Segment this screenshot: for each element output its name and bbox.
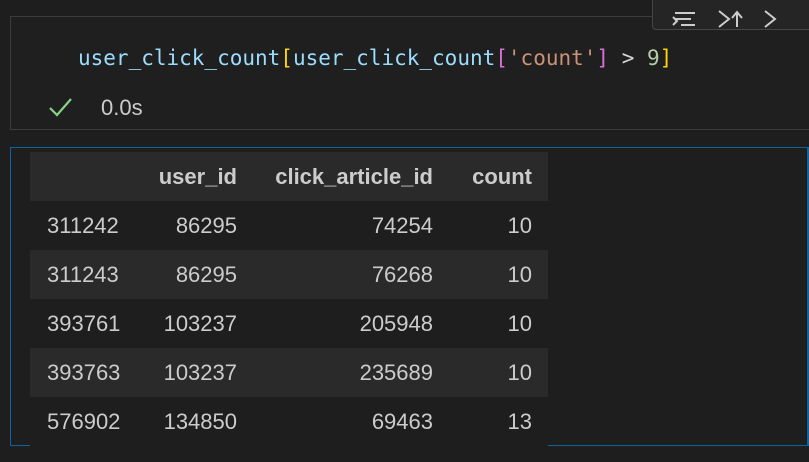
cell-user-id: 86295 (175, 261, 237, 287)
cell-user-id: 103237 (163, 359, 237, 385)
cell-count: 13 (507, 408, 532, 434)
table-row: 311243 86295 76268 10 (30, 250, 548, 299)
table-row: 311242 86295 74254 10 (30, 201, 548, 250)
column-header-count: count (472, 163, 532, 189)
cell-user-id: 103237 (163, 310, 237, 336)
row-index: 576902 (47, 408, 121, 434)
dataframe-table: user_id click_article_id count 311242 86… (30, 152, 548, 446)
column-header-index (30, 152, 141, 201)
execute-below-icon[interactable] (763, 7, 791, 29)
run-by-line-icon[interactable] (671, 7, 699, 29)
cell-count: 10 (507, 261, 532, 287)
column-header-click-article-id: click_article_id (275, 163, 433, 189)
code-token-bracket: ] (659, 46, 673, 70)
table-row: 576902 134850 69463 13 (30, 397, 548, 446)
execution-time: 0.0s (101, 95, 143, 120)
cell-count: 10 (507, 359, 532, 385)
cell-count: 10 (507, 310, 532, 336)
code-editor[interactable]: user_click_count[user_click_count['count… (78, 44, 672, 72)
execution-status: 0.0s (47, 93, 143, 123)
cell-click-article-id: 76268 (371, 261, 433, 287)
code-token-number: 9 (647, 46, 660, 70)
code-token-bracket: ] (596, 46, 610, 70)
code-token-bracket: [ (495, 46, 508, 70)
code-token-string: 'count' (507, 46, 597, 70)
code-cell[interactable]: user_click_count[user_click_count['count… (10, 16, 809, 130)
table-row: 393761 103237 205948 10 (30, 299, 548, 348)
code-token-operator: > (609, 46, 648, 70)
cell-click-article-id: 205948 (359, 310, 433, 336)
column-header-user-id: user_id (158, 163, 237, 189)
row-index: 311242 (47, 212, 119, 238)
table-header-row: user_id click_article_id count (30, 152, 548, 201)
row-index: 311243 (47, 261, 119, 287)
cell-user-id: 134850 (163, 408, 237, 434)
cell-click-article-id: 69463 (371, 408, 433, 434)
cell-click-article-id: 235689 (359, 359, 433, 385)
row-index: 393761 (47, 310, 121, 336)
execute-above-icon[interactable] (717, 7, 745, 29)
cell-count: 10 (507, 212, 532, 238)
cell-user-id: 86295 (175, 212, 237, 238)
cell-click-article-id: 74254 (371, 212, 433, 238)
code-token-bracket: [ (280, 46, 293, 70)
row-index: 393763 (47, 359, 121, 385)
code-token-variable: user_click_count (78, 46, 281, 70)
cell-toolbar (652, 0, 809, 30)
code-token-variable: user_click_count (292, 46, 496, 70)
table-row: 393763 103237 235689 10 (30, 348, 548, 397)
output-cell[interactable]: user_id click_article_id count 311242 86… (10, 147, 809, 446)
check-icon (47, 95, 73, 121)
